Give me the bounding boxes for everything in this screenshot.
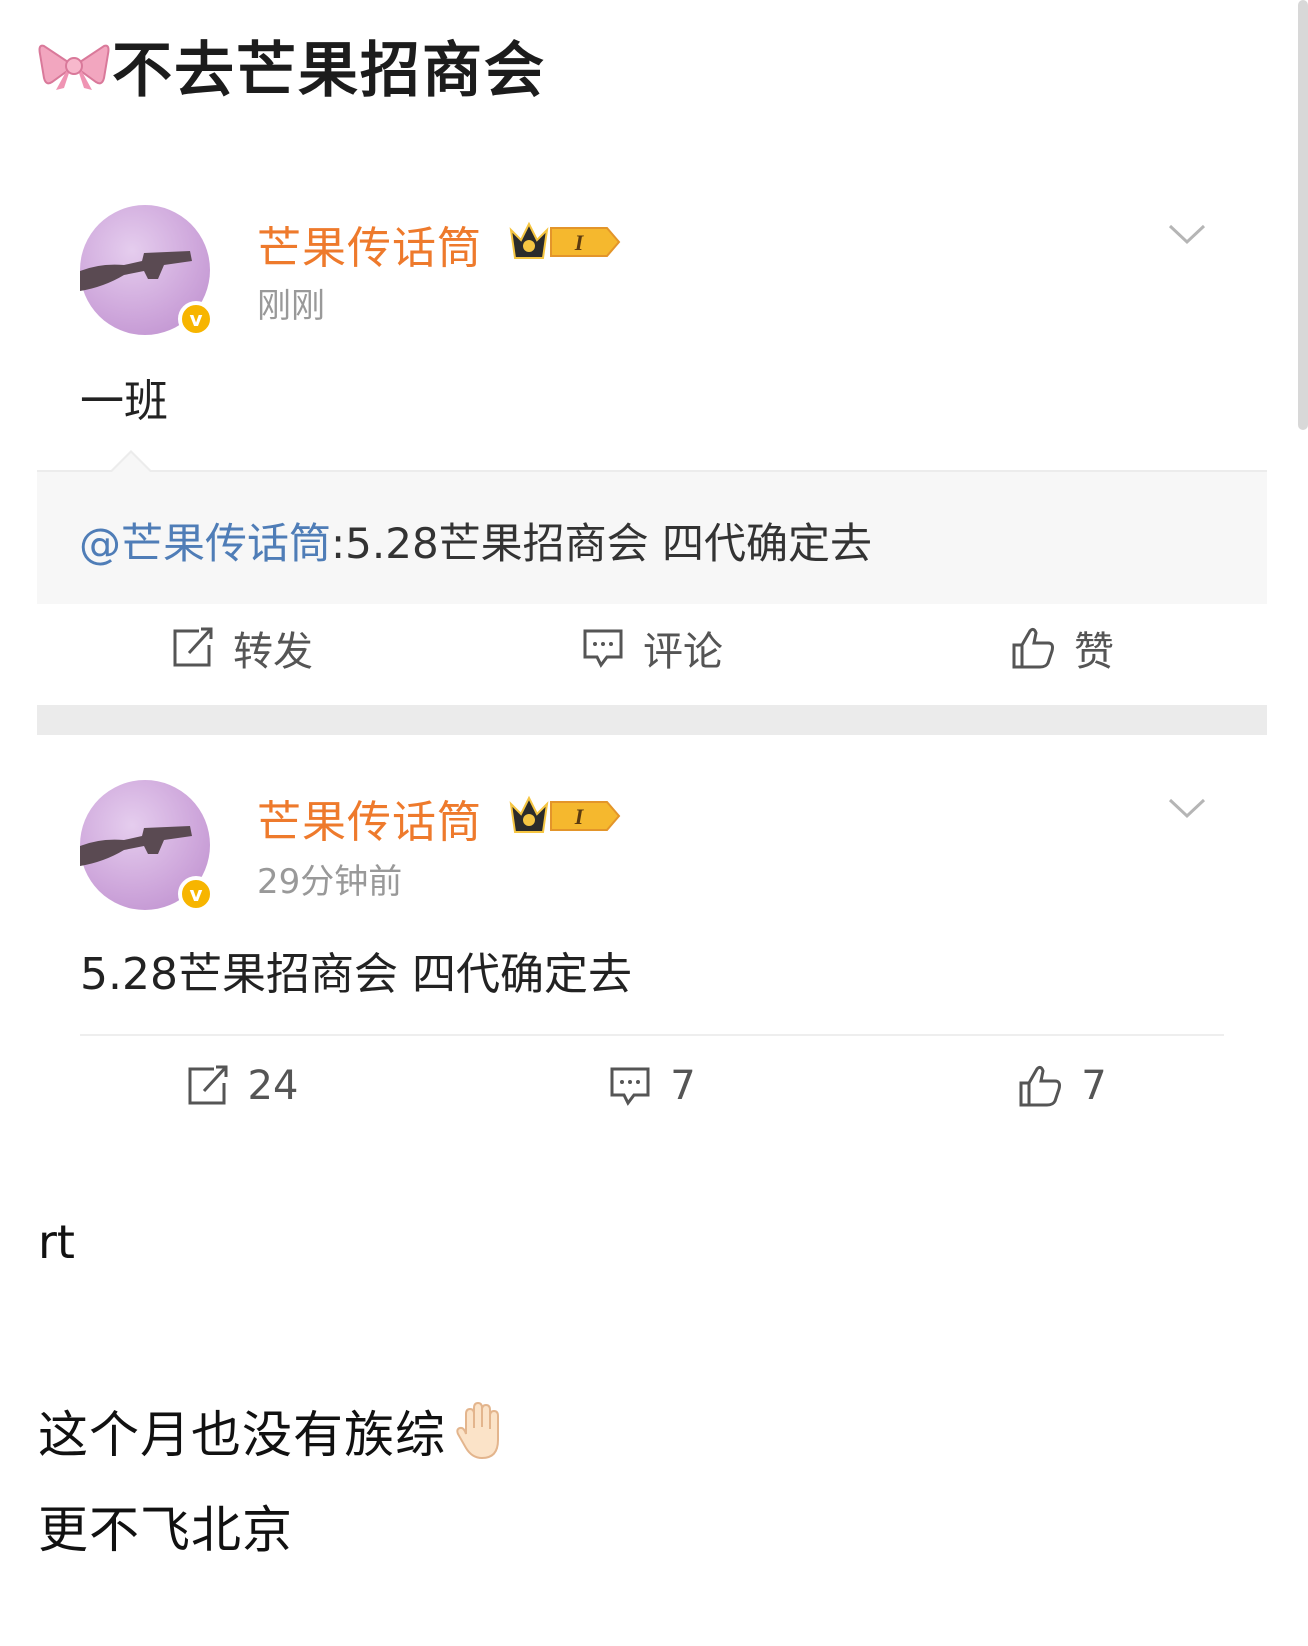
like-button[interactable]: 7 <box>857 1063 1267 1109</box>
repost-count: 24 <box>247 1063 299 1109</box>
chevron-down-icon[interactable] <box>1167 222 1207 246</box>
like-button[interactable]: 赞 <box>857 619 1267 677</box>
comment-button[interactable]: 7 <box>447 1063 857 1109</box>
like-label: 赞 <box>1074 629 1114 675</box>
repost-button[interactable]: 转发 <box>37 619 447 677</box>
post-time: 29分钟前 <box>257 862 403 902</box>
comment-icon <box>610 1067 650 1106</box>
action-bar: 转发 评论 赞 <box>37 608 1267 688</box>
body-line-2: 更不飞北京 <box>38 1501 293 1559</box>
chevron-down-icon[interactable] <box>1167 796 1207 820</box>
action-bar: 24 7 7 <box>37 1046 1267 1126</box>
avatar[interactable]: v <box>80 780 214 912</box>
original-post-card: v 芒果传话筒 I 29分钟前 5.28芒果招商会 四代确定去 24 7 7 <box>37 770 1267 1180</box>
body-line-1: 这个月也没有族综 <box>38 1395 512 1467</box>
quoted-post[interactable]: @芒果传话筒:5.28芒果招商会 四代确定去 <box>37 450 1267 604</box>
post-text: 一班 <box>80 376 168 427</box>
quote-pointer <box>109 450 153 473</box>
card-separator <box>80 1034 1224 1036</box>
repost-button[interactable]: 24 <box>37 1063 447 1109</box>
comment-icon <box>583 629 623 668</box>
mention-link[interactable]: @芒果传话筒 <box>79 519 331 568</box>
author-name[interactable]: 芒果传话筒 <box>257 212 482 276</box>
member-level-text: I <box>574 230 585 255</box>
repost-label: 转发 <box>233 629 313 675</box>
title-text: 不去芒果招商会 <box>112 36 546 106</box>
raised-hand-emoji <box>456 1401 499 1460</box>
thumbs-up-icon <box>1012 627 1054 669</box>
pink-bow-icon <box>38 44 110 90</box>
comment-count: 7 <box>670 1063 696 1109</box>
repost-icon <box>173 627 213 667</box>
card-divider <box>37 705 1267 735</box>
author-name[interactable]: 芒果传话筒 <box>257 786 482 850</box>
avatar[interactable]: v <box>80 205 214 337</box>
quoted-content: :5.28芒果招商会 四代确定去 <box>331 519 873 568</box>
comment-label: 评论 <box>643 629 723 675</box>
body-text-1: 这个月也没有族综 <box>38 1406 446 1464</box>
verified-badge: v <box>178 876 214 912</box>
post-text: 5.28芒果招商会 四代确定去 <box>80 949 632 1000</box>
rt-text: rt <box>38 1215 75 1269</box>
member-level-text: I <box>574 804 585 829</box>
quoted-text: @芒果传话筒:5.28芒果招商会 四代确定去 <box>79 510 872 571</box>
crown-badge-icon: I <box>509 221 621 259</box>
repost-card: v 芒果传话筒 I 刚刚 一班 @芒果传话筒:5.28芒果招商会 四代确定去 转… <box>37 170 1267 735</box>
thumbs-up-icon <box>1019 1065 1062 1107</box>
repost-icon <box>188 1065 228 1105</box>
scrollbar[interactable] <box>1298 0 1308 430</box>
like-count: 7 <box>1081 1063 1107 1109</box>
post-time: 刚刚 <box>257 286 325 326</box>
comment-button[interactable]: 评论 <box>447 619 857 677</box>
crown-badge-icon: I <box>509 795 621 833</box>
verified-badge: v <box>178 301 214 337</box>
post-title: 不去芒果招商会 <box>38 22 546 109</box>
